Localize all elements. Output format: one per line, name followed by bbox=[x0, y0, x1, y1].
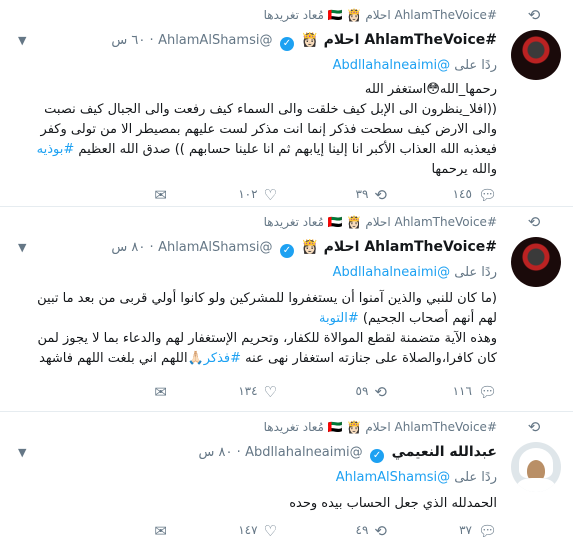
handle[interactable]: @AhlamAlShamsi bbox=[158, 240, 272, 255]
tweet-actions: 💬︎ ١١٦ ⟲ ٥٩ ♡ ١٣٤ ✉ bbox=[20, 383, 497, 401]
tweet-line: وهذه الآية متضمنة لقطع الموالاة للكفار، … bbox=[37, 331, 497, 346]
like-count: ١٠٢ bbox=[238, 187, 258, 201]
reply-label: ردًا على bbox=[454, 470, 497, 485]
envelope-icon: ✉ bbox=[154, 383, 167, 401]
tweet[interactable]: ⟲ #AhlamTheVoice احلام 👸🏻 🇦🇪 مُعاد تغريد… bbox=[0, 207, 573, 412]
retweeted-by[interactable]: #AhlamTheVoice احلام 👸🏻 🇦🇪 مُعاد تغريدها bbox=[20, 420, 497, 434]
verified-icon: ✓ bbox=[370, 449, 385, 463]
tweet[interactable]: ⟲ #AhlamTheVoice احلام 👸🏻 🇦🇪 مُعاد تغريد… bbox=[0, 412, 573, 546]
tweet-header: #AhlamTheVoice احلام 👸🏻 ✓ @AhlamAlShamsi… bbox=[111, 239, 497, 258]
retweet-count: ٣٩ bbox=[355, 187, 369, 201]
handle[interactable]: @Abdllahalneaimi bbox=[245, 445, 363, 460]
avatar-robe bbox=[517, 478, 555, 492]
direct-message-button[interactable]: ✉ bbox=[148, 186, 167, 204]
reply-button[interactable]: 💬︎ ١٤٥ bbox=[453, 186, 497, 204]
retweet-button[interactable]: ⟲ ٥٩ bbox=[356, 383, 387, 401]
reply-icon: 💬︎ bbox=[477, 522, 497, 540]
display-name[interactable]: #AhlamTheVoice احلام 👸🏻 bbox=[301, 239, 497, 255]
display-name[interactable]: #AhlamTheVoice احلام 👸🏻 bbox=[301, 32, 497, 48]
hashtag-link[interactable]: #فذكر bbox=[204, 351, 241, 366]
timestamp[interactable]: ٦٠ س bbox=[111, 33, 145, 48]
tweet-actions: 💬︎ ١٤٥ ⟲ ٣٩ ♡ ١٠٢ ✉ bbox=[20, 186, 497, 204]
retweet-button[interactable]: ⟲ ٣٩ bbox=[356, 186, 387, 204]
reply-icon: 💬︎ bbox=[477, 186, 497, 204]
retweet-icon: ⟲ bbox=[374, 186, 387, 204]
tweet-actions: 💬︎ ٣٧ ⟲ ٤٩ ♡ ١٤٧ ✉ bbox=[20, 522, 497, 540]
retweet-count: ٤٩ bbox=[355, 523, 369, 537]
tweet-text-segment: 🙏🏻اللهم اني بلغت اللهم فاشهد bbox=[39, 351, 204, 366]
reply-to-link[interactable]: @Abdllahalneaimi bbox=[333, 58, 451, 73]
heart-icon: ♡ bbox=[263, 383, 277, 401]
verified-icon: ✓ bbox=[279, 37, 294, 51]
chevron-down-icon[interactable]: ▼ bbox=[18, 241, 26, 254]
tweet-text: (ما كان للنبي والذين آمنوا أن يستغفروا ل… bbox=[14, 289, 497, 369]
reply-count: ٣٧ bbox=[459, 523, 472, 537]
retweet-icon: ⟲ bbox=[527, 6, 541, 24]
reply-context: ردًا على @Abdllahalneaimi bbox=[20, 265, 497, 280]
timestamp[interactable]: ٨٠ س bbox=[111, 240, 145, 255]
envelope-icon: ✉ bbox=[154, 186, 167, 204]
like-button[interactable]: ♡ ١٤٧ bbox=[238, 522, 277, 540]
reply-label: ردًا على bbox=[454, 58, 497, 73]
retweet-icon: ⟲ bbox=[527, 213, 541, 231]
avatar[interactable] bbox=[511, 30, 561, 80]
reply-context: ردًا على @AhlamAlShamsi bbox=[20, 470, 497, 485]
tweet-line: فيعذبه الله العذاب الأكبر انا إلينا إياب… bbox=[14, 140, 497, 160]
reply-count: ١٤٥ bbox=[452, 187, 472, 201]
tweet-text: الحمدلله الذي جعل الحساب بيده وحده bbox=[14, 494, 497, 514]
retweet-button[interactable]: ⟲ ٤٩ bbox=[356, 522, 387, 540]
retweet-icon: ⟲ bbox=[374, 383, 387, 401]
retweet-count: ٥٩ bbox=[355, 384, 369, 398]
reply-button[interactable]: 💬︎ ٣٧ bbox=[459, 522, 497, 540]
reply-to-link[interactable]: @AhlamAlShamsi bbox=[336, 470, 450, 485]
direct-message-button[interactable]: ✉ bbox=[148, 383, 167, 401]
verified-icon: ✓ bbox=[279, 244, 294, 258]
tweet-line: كان كافرا،والصلاة على جنازته استغفار نهى… bbox=[14, 349, 497, 369]
reply-count: ١١٦ bbox=[452, 384, 472, 398]
tweet-text-segment: فيعذبه الله العذاب الأكبر انا إلينا إياب… bbox=[74, 142, 497, 157]
reply-to-link[interactable]: @Abdllahalneaimi bbox=[333, 265, 451, 280]
retweeted-by[interactable]: #AhlamTheVoice احلام 👸🏻 🇦🇪 مُعاد تغريدها bbox=[20, 215, 497, 229]
tweet-line: والى الارض كيف سطحت فذكر إنما انت مذكر ل… bbox=[40, 122, 497, 137]
retweet-icon: ⟲ bbox=[374, 522, 387, 540]
timestamp[interactable]: ٨٠ س bbox=[198, 445, 232, 460]
envelope-icon: ✉ bbox=[154, 522, 167, 540]
heart-icon: ♡ bbox=[263, 186, 277, 204]
direct-message-button[interactable]: ✉ bbox=[148, 522, 167, 540]
retweeted-by[interactable]: #AhlamTheVoice احلام 👸🏻 🇦🇪 مُعاد تغريدها bbox=[20, 8, 497, 22]
tweet-line: لهم أنهم أصحاب الجحيم) #التوبة bbox=[14, 309, 497, 329]
tweet-text-segment: لهم أنهم أصحاب الجحيم) bbox=[358, 311, 497, 326]
tweet-line: ((افلا_ينظرون الى الإبل كيف خلقت والى ال… bbox=[44, 102, 497, 117]
like-count: ١٤٧ bbox=[238, 523, 258, 537]
display-name[interactable]: عبدالله النعيمي bbox=[392, 444, 497, 460]
chevron-down-icon[interactable]: ▼ bbox=[18, 34, 26, 47]
chevron-down-icon[interactable]: ▼ bbox=[18, 446, 26, 459]
reply-button[interactable]: 💬︎ ١١٦ bbox=[453, 383, 497, 401]
avatar[interactable] bbox=[511, 442, 561, 492]
tweet[interactable]: ⟲ #AhlamTheVoice احلام 👸🏻 🇦🇪 مُعاد تغريد… bbox=[0, 0, 573, 207]
tweet-text-segment: كان كافرا،والصلاة على جنازته استغفار نهى… bbox=[241, 351, 497, 366]
heart-icon: ♡ bbox=[263, 522, 277, 540]
reply-label: ردًا على bbox=[454, 265, 497, 280]
tweet-line: الحمدلله الذي جعل الحساب بيده وحده bbox=[289, 496, 497, 511]
hashtag-link[interactable]: #التوبة bbox=[319, 311, 359, 326]
handle[interactable]: @AhlamAlShamsi bbox=[158, 33, 272, 48]
tweet-header: عبدالله النعيمي ✓ @Abdllahalneaimi · ٨٠ … bbox=[198, 444, 497, 463]
retweet-icon: ⟲ bbox=[527, 418, 541, 436]
tweet-text: رحمها_الله😳استغفر الله ((افلا_ينظرون الى… bbox=[14, 80, 497, 180]
hashtag-link[interactable]: #بوذيه bbox=[37, 142, 75, 157]
like-button[interactable]: ♡ ١٣٤ bbox=[238, 383, 277, 401]
like-button[interactable]: ♡ ١٠٢ bbox=[238, 186, 277, 204]
tweet-header: #AhlamTheVoice احلام 👸🏻 ✓ @AhlamAlShamsi… bbox=[111, 32, 497, 51]
like-count: ١٣٤ bbox=[238, 384, 258, 398]
reply-context: ردًا على @Abdllahalneaimi bbox=[20, 58, 497, 73]
tweet-line: رحمها_الله😳استغفر الله bbox=[364, 82, 497, 97]
tweet-line: والله يرحمها bbox=[431, 162, 497, 177]
avatar[interactable] bbox=[511, 237, 561, 287]
tweet-line: (ما كان للنبي والذين آمنوا أن يستغفروا ل… bbox=[37, 291, 497, 306]
reply-icon: 💬︎ bbox=[477, 383, 497, 401]
